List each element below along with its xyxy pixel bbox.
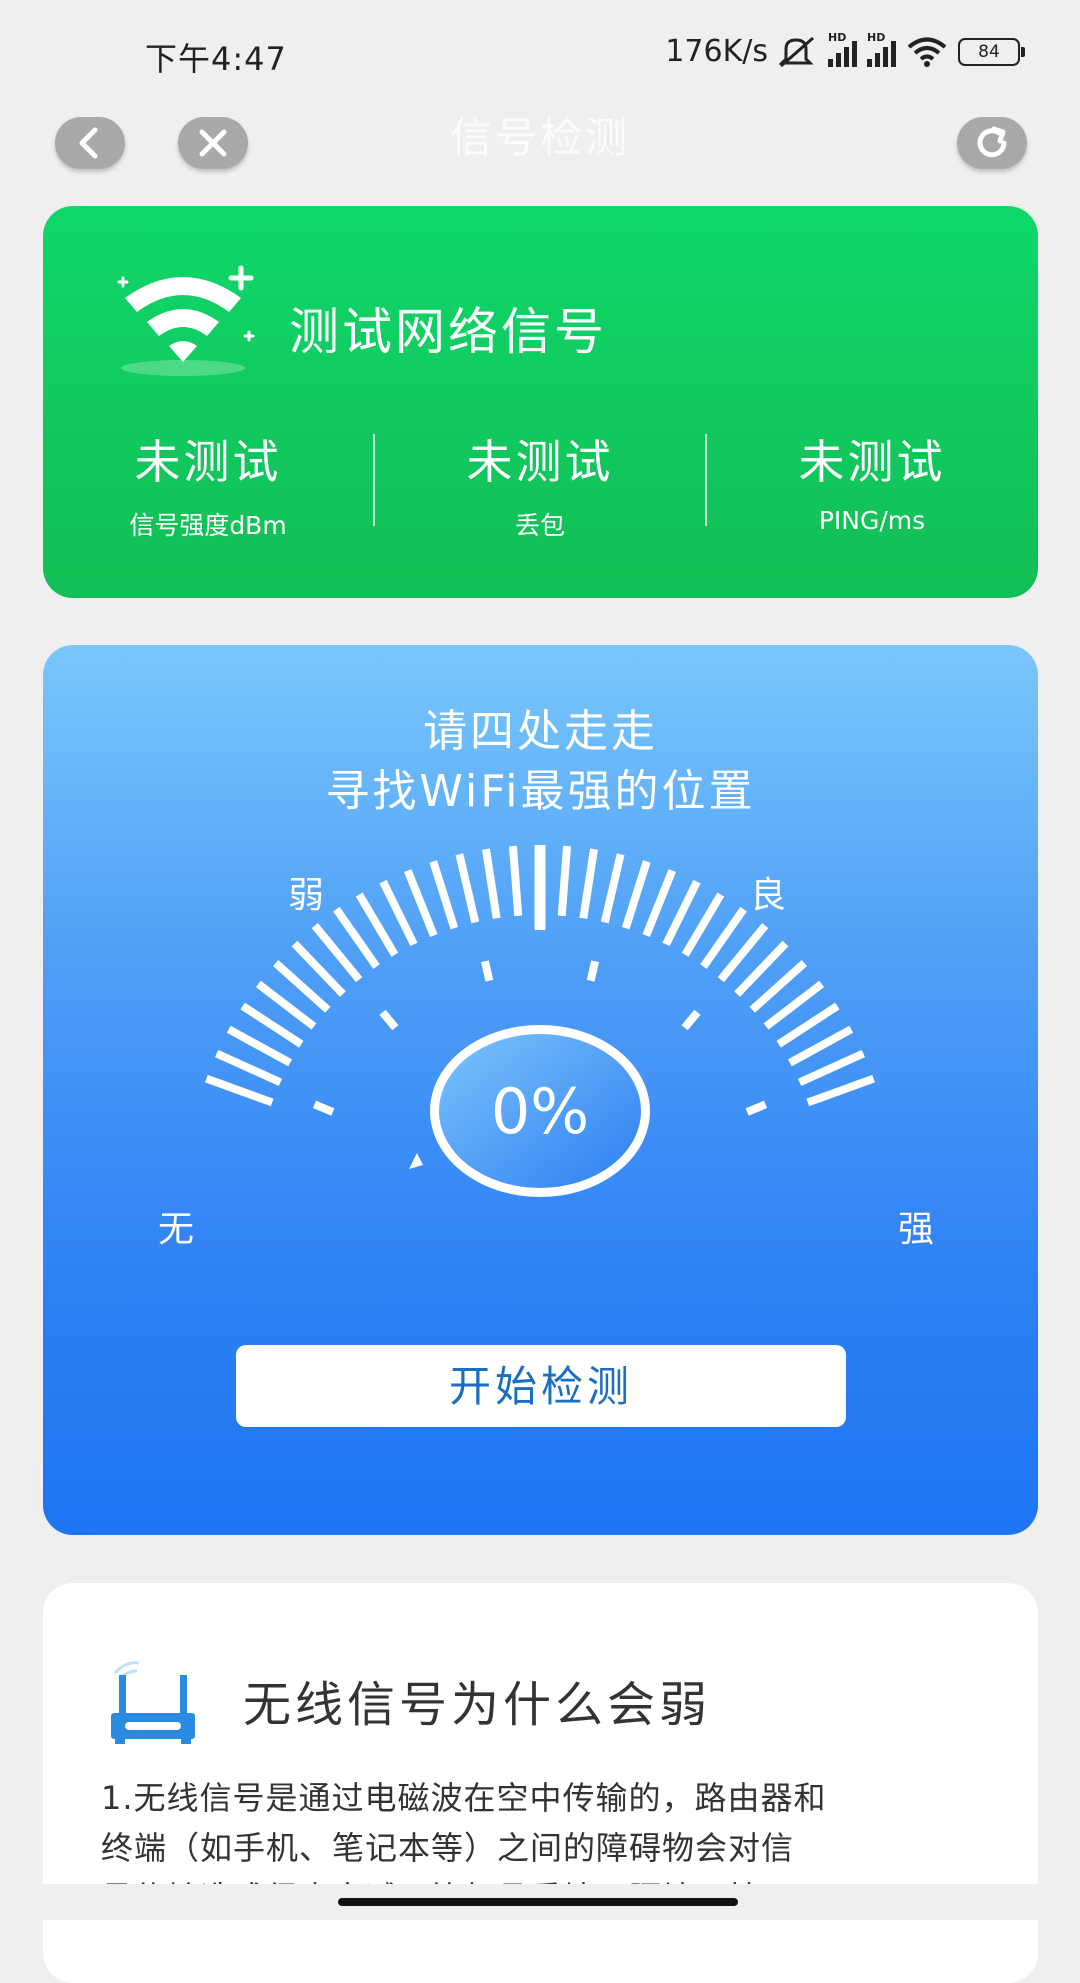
battery-level: 84	[978, 41, 1000, 62]
gauge-inner-mark	[312, 1100, 335, 1116]
gauge-inner-mark	[586, 960, 600, 982]
gauge-tick	[429, 860, 459, 930]
metric-value: 未测试	[798, 435, 946, 489]
battery-icon: 84	[958, 37, 1025, 66]
refresh-icon	[977, 126, 1007, 158]
cell-signal-icon-2: HD	[867, 31, 896, 67]
metric-label: 丢包	[514, 511, 565, 540]
gauge-inner-mark	[681, 1009, 701, 1031]
gauge-tick	[579, 848, 598, 919]
metric-label: PING/ms	[818, 506, 926, 535]
gauge-tick	[404, 869, 438, 938]
gauge-inner-mark	[379, 1009, 399, 1031]
gauge-tick	[455, 853, 480, 924]
metric-label: 信号强度dBm	[129, 511, 287, 540]
metric-value: 未测试	[134, 435, 282, 489]
gauge-tick	[508, 845, 523, 917]
metric-ping: 未测试 PING/ms	[707, 426, 1037, 535]
wifi-plus-icon	[117, 265, 255, 376]
gauge-tick	[797, 1049, 866, 1087]
label-good: 良	[750, 875, 786, 916]
label-weak: 弱	[288, 875, 324, 916]
metric-value: 未测试	[466, 435, 614, 489]
label-none: 无	[158, 1209, 194, 1250]
signal-gauge-card: 请四处走走 寻找WiFi最强的位置 0% 无 弱 良 强 开始检测	[43, 645, 1038, 1535]
gauge-tick	[806, 1074, 875, 1107]
gauge-tick	[205, 1074, 274, 1107]
mute-icon	[778, 36, 814, 67]
metric-signal-strength: 未测试 信号强度dBm	[43, 426, 373, 542]
info-line: 1.无线信号是通过电磁波在空中传输的，路由器和	[101, 1779, 827, 1817]
metric-packet-loss: 未测试 丢包	[375, 426, 705, 542]
card-title: 测试网络信号	[289, 303, 607, 361]
info-line: 终端（如手机、笔记本等）之间的障碍物会对信	[101, 1829, 795, 1867]
wifi-status-icon	[907, 37, 947, 67]
info-card: 无线信号为什么会弱 1.无线信号是通过电磁波在空中传输的，路由器和 终端（如手机…	[43, 1583, 1038, 1983]
gauge-tick	[214, 1049, 283, 1087]
router-icon	[111, 1661, 195, 1744]
signal-hd-label-2: HD	[867, 30, 886, 44]
percent-text: 0%	[491, 1075, 589, 1148]
gauge-tick	[482, 848, 501, 919]
page-title: 信号检测	[449, 113, 630, 162]
gauge-tick	[621, 860, 651, 930]
signal-gauge: 0% 无 弱 良 强	[158, 845, 934, 1250]
status-icons: 176K/s HD HD 84	[665, 31, 1025, 69]
gauge-tick	[557, 845, 572, 917]
status-bar: 下午4:47 176K/s HD HD 84	[0, 0, 1080, 110]
gauge-tick	[600, 853, 625, 924]
gauge-inner-mark	[480, 960, 494, 982]
network-test-card: 测试网络信号 未测试 信号强度dBm 未测试 丢包 未测试 PING/ms	[43, 206, 1038, 598]
gauge-inner-mark	[745, 1100, 768, 1116]
gauge-tick	[642, 869, 676, 938]
percent-bubble: 0%	[409, 1025, 650, 1197]
start-detection-button[interactable]: 开始检测	[236, 1345, 846, 1427]
label-strong: 强	[898, 1209, 934, 1250]
home-indicator[interactable]	[338, 1898, 738, 1906]
status-time: 下午4:47	[145, 40, 287, 78]
network-speed: 176K/s	[665, 34, 768, 69]
signal-hd-label: HD	[828, 30, 847, 44]
refresh-button[interactable]	[957, 117, 1027, 169]
cell-signal-icon: HD	[828, 31, 857, 67]
info-title: 无线信号为什么会弱	[243, 1677, 712, 1733]
